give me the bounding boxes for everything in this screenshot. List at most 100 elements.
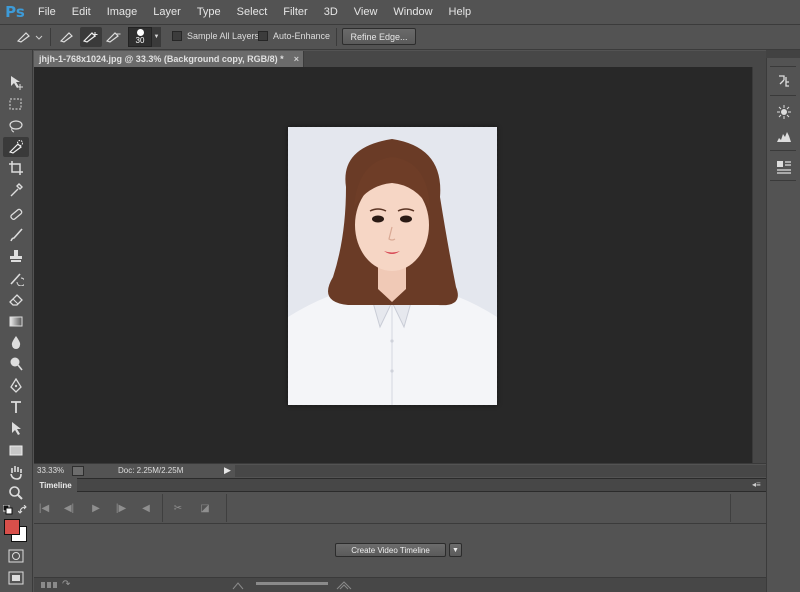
swap-colors-button[interactable]: [17, 504, 28, 515]
foreground-color-swatch[interactable]: [4, 519, 20, 535]
crop-tool[interactable]: [3, 158, 29, 178]
menu-edit[interactable]: Edit: [64, 0, 99, 24]
lasso-tool[interactable]: [3, 116, 29, 136]
convert-to-frame-animation-icon[interactable]: [40, 580, 60, 590]
menu-window[interactable]: Window: [385, 0, 440, 24]
refine-edge-button[interactable]: Refine Edge...: [342, 28, 416, 45]
zoom-in-timeline-icon[interactable]: [336, 580, 352, 590]
auto-enhance-option[interactable]: Auto-Enhance: [258, 31, 330, 41]
chevron-down-icon: ▼: [153, 34, 160, 40]
render-video-icon[interactable]: ↷: [62, 579, 76, 590]
menu-select[interactable]: Select: [229, 0, 276, 24]
zoom-out-timeline-icon[interactable]: [232, 580, 244, 590]
dock-collapse-bar[interactable]: [766, 50, 800, 58]
menu-view[interactable]: View: [346, 0, 386, 24]
status-options-icon[interactable]: [72, 465, 84, 476]
rectangle-tool[interactable]: [3, 440, 29, 460]
menu-help[interactable]: Help: [441, 0, 480, 24]
move-tool[interactable]: [3, 72, 29, 92]
timeline-panel-header: [34, 478, 766, 492]
go-to-first-frame-button[interactable]: |◀: [36, 500, 52, 516]
menu-file[interactable]: File: [30, 0, 64, 24]
quick-mask-icon: [8, 549, 24, 563]
history-brush-icon: [10, 273, 24, 286]
photoshop-logo: Ps: [5, 3, 25, 21]
horizontal-scrollbar[interactable]: [234, 464, 766, 477]
eyedropper-tool[interactable]: [3, 180, 29, 200]
brush-size-dropdown[interactable]: ▼: [152, 27, 161, 47]
crop-icon: [9, 161, 23, 175]
menu-image[interactable]: Image: [99, 0, 146, 24]
marquee-tool[interactable]: [3, 94, 29, 114]
tool-preset-picker[interactable]: [14, 27, 44, 47]
default-colors-button[interactable]: [2, 504, 13, 515]
timeline-tab[interactable]: Timeline: [34, 478, 77, 492]
previous-frame-icon: ◀|: [63, 502, 75, 514]
quick-selection-icon: [8, 140, 23, 154]
properties-panel-icon[interactable]: [774, 158, 794, 176]
healing-brush-tool[interactable]: [3, 204, 29, 224]
timeline-zoom-slider[interactable]: [256, 582, 328, 585]
eyedropper-icon: [10, 183, 23, 197]
zoom-tool[interactable]: [3, 483, 29, 503]
chevron-down-icon[interactable]: ▼: [449, 543, 462, 557]
subtract-from-selection-button[interactable]: [103, 27, 125, 47]
menu-filter[interactable]: Filter: [275, 0, 315, 24]
document-size: Doc: 2.25M/2.25M: [118, 466, 184, 475]
brush-new-icon: [59, 32, 73, 43]
type-tool[interactable]: [3, 397, 29, 417]
portrait-photo: [288, 127, 497, 405]
timeline-footer: [34, 577, 766, 592]
eraser-tool[interactable]: [3, 289, 29, 309]
quick-selection-tool[interactable]: [3, 137, 29, 157]
gradient-tool[interactable]: [3, 311, 29, 331]
document-image[interactable]: [287, 126, 498, 406]
close-icon[interactable]: ×: [294, 54, 299, 64]
pen-tool[interactable]: [3, 376, 29, 396]
history-panel-icon[interactable]: [774, 72, 794, 90]
next-frame-button[interactable]: |▶: [113, 500, 129, 516]
history-brush-tool[interactable]: [3, 268, 29, 288]
dodge-tool[interactable]: [3, 354, 29, 374]
path-selection-tool[interactable]: [3, 418, 29, 438]
menu-bar: Ps File Edit Image Layer Type Select Fil…: [0, 0, 800, 24]
histogram-panel-icon[interactable]: [774, 127, 794, 145]
default-colors-icon: [2, 504, 13, 515]
status-menu-arrow-icon[interactable]: ▶: [224, 465, 231, 476]
audio-button[interactable]: ◀: [138, 500, 154, 516]
move-icon: [11, 76, 23, 90]
quick-mask-button[interactable]: [3, 546, 29, 566]
adjustments-panel-icon[interactable]: [774, 103, 794, 121]
vertical-scrollbar[interactable]: [752, 67, 766, 463]
split-at-playhead-button[interactable]: ✂: [170, 500, 186, 516]
dodge-icon: [10, 357, 23, 371]
hand-tool[interactable]: [3, 462, 29, 482]
sample-all-layers-option[interactable]: Sample All Layers: [172, 31, 259, 41]
brush-tool[interactable]: [3, 225, 29, 245]
menu-layer[interactable]: Layer: [145, 0, 189, 24]
create-video-timeline-button[interactable]: Create Video Timeline: [335, 543, 446, 557]
document-tab[interactable]: jhjh-1-768x1024.jpg @ 33.3% (Background …: [34, 51, 304, 67]
first-frame-icon: |◀: [38, 502, 50, 514]
add-to-selection-button[interactable]: [80, 27, 102, 47]
transition-button[interactable]: ◪: [197, 500, 213, 516]
screen-mode-button[interactable]: [3, 568, 29, 588]
sample-all-layers-checkbox[interactable]: [172, 31, 182, 41]
brush-size-picker[interactable]: 30: [128, 27, 152, 47]
play-button[interactable]: ▶: [88, 500, 104, 516]
clone-stamp-tool[interactable]: [3, 246, 29, 266]
panel-menu-icon[interactable]: ◂≡: [752, 480, 761, 489]
blur-tool[interactable]: [3, 332, 29, 352]
menu-type[interactable]: Type: [189, 0, 229, 24]
new-selection-button[interactable]: [57, 27, 79, 47]
auto-enhance-checkbox[interactable]: [258, 31, 268, 41]
menu-3d[interactable]: 3D: [316, 0, 346, 24]
sun-icon: [777, 105, 791, 119]
drop-icon: [11, 336, 21, 349]
document-tab-title: jhjh-1-768x1024.jpg @ 33.3% (Background …: [39, 54, 284, 64]
brush-icon: [10, 228, 23, 242]
previous-frame-button[interactable]: ◀|: [61, 500, 77, 516]
lasso-icon: [9, 120, 23, 133]
zoom-level[interactable]: 33.33%: [34, 466, 72, 475]
brush-tip-icon: [136, 29, 144, 36]
